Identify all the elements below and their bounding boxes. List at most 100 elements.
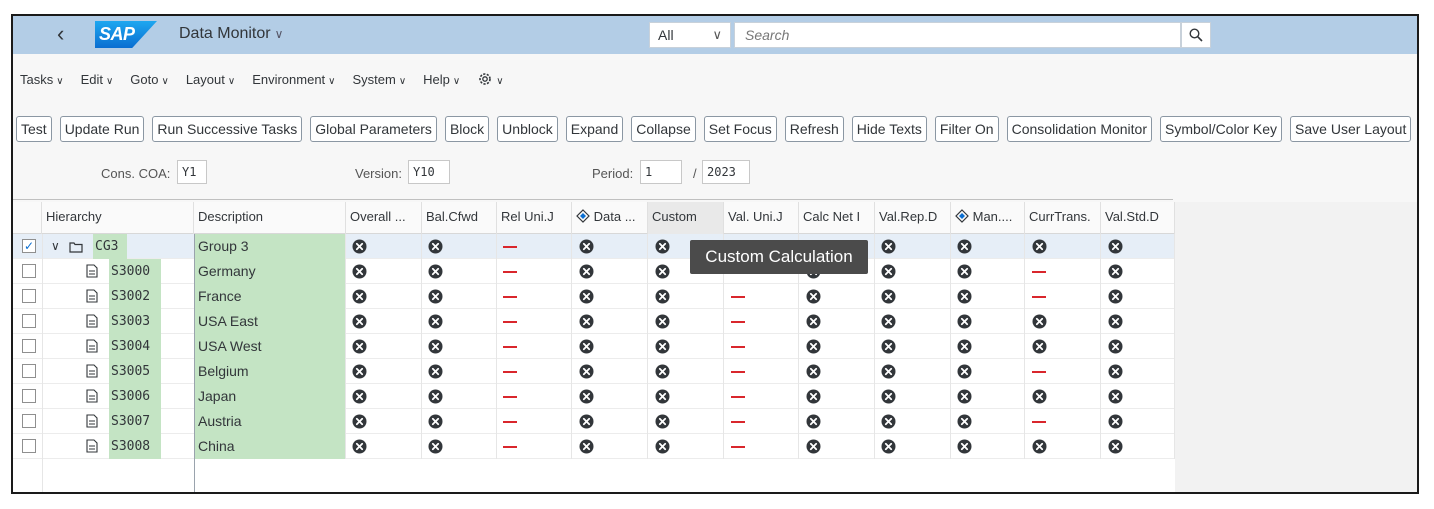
table-row[interactable]: S3002 France	[13, 284, 1175, 309]
hierarchy-node-code[interactable]: S3000	[109, 259, 161, 284]
error-status-icon	[352, 389, 367, 404]
header-bal-cfwd[interactable]: Bal.Cfwd	[422, 202, 497, 234]
error-status-icon	[352, 314, 367, 329]
row-checkbox[interactable]	[22, 439, 36, 453]
table-row[interactable]: ✓ ∨ CG3 Group 3	[13, 234, 1175, 259]
chevron-down-icon: ∨	[328, 75, 336, 87]
app-title-menu[interactable]: Data Monitor ∨	[179, 25, 283, 43]
not-relevant-dash-icon	[731, 296, 745, 298]
error-status-icon	[579, 339, 594, 354]
table-row[interactable]: S3004 USA West	[13, 334, 1175, 359]
table-row[interactable]: S3006 Japan	[13, 384, 1175, 409]
settings-menu[interactable]: ∨	[477, 71, 504, 87]
collapse-button[interactable]: Collapse	[631, 116, 696, 142]
header-calc-net-i[interactable]: Calc Net I	[799, 202, 875, 234]
document-icon	[86, 339, 98, 353]
divider	[13, 199, 1173, 200]
error-status-icon	[1108, 289, 1123, 304]
header-val-rep-d[interactable]: Val.Rep.D	[875, 202, 951, 234]
error-status-icon	[655, 339, 670, 354]
version-label: Version:	[355, 166, 402, 181]
row-checkbox[interactable]	[22, 414, 36, 428]
save-user-layout-button[interactable]: Save User Layout	[1290, 116, 1412, 142]
menu-system[interactable]: System ∨	[353, 72, 407, 87]
not-relevant-dash-icon	[503, 446, 517, 448]
back-button[interactable]: ‹	[57, 22, 64, 46]
not-relevant-dash-icon	[503, 396, 517, 398]
row-checkbox[interactable]	[22, 264, 36, 278]
menu-environment[interactable]: Environment ∨	[252, 72, 335, 87]
description-cell: Belgium	[194, 359, 346, 384]
unblock-button[interactable]: Unblock	[497, 116, 558, 142]
header-val-std-d[interactable]: Val.Std.D	[1101, 202, 1175, 234]
search-button[interactable]	[1181, 22, 1211, 48]
menu-edit[interactable]: Edit ∨	[81, 72, 114, 87]
table-row[interactable]: S3007 Austria	[13, 409, 1175, 434]
coa-field[interactable]: Y1	[177, 160, 207, 184]
hierarchy-node-code[interactable]: S3006	[109, 384, 161, 409]
table-row[interactable]: S3003 USA East	[13, 309, 1175, 334]
not-relevant-dash-icon	[731, 321, 745, 323]
not-relevant-dash-icon	[503, 371, 517, 373]
row-checkbox[interactable]	[22, 339, 36, 353]
year-field[interactable]: 2023	[702, 160, 750, 184]
expand-toggle-icon[interactable]: ∨	[51, 234, 60, 259]
hierarchy-node-code[interactable]: S3007	[109, 409, 161, 434]
table-row[interactable]: S3008 China	[13, 434, 1175, 459]
header-rel-uni-j[interactable]: Rel Uni.J	[497, 202, 572, 234]
consolidation-monitor-button[interactable]: Consolidation Monitor	[1006, 116, 1152, 142]
version-field[interactable]: Y10	[408, 160, 450, 184]
header-manual[interactable]: Man....	[951, 202, 1025, 234]
hierarchy-node-code[interactable]: S3005	[109, 359, 161, 384]
grid-empty-area	[1175, 202, 1417, 492]
refresh-button[interactable]: Refresh	[784, 116, 844, 142]
header-hierarchy[interactable]: Hierarchy	[42, 202, 194, 234]
hierarchy-node-code[interactable]: S3003	[109, 309, 161, 334]
header-curr-trans[interactable]: CurrTrans.	[1025, 202, 1101, 234]
hierarchy-node-code[interactable]: CG3	[93, 234, 127, 259]
not-relevant-dash-icon	[503, 421, 517, 423]
row-checkbox[interactable]	[22, 364, 36, 378]
error-status-icon	[1108, 239, 1123, 254]
header-val-uni-j[interactable]: Val. Uni.J	[724, 202, 799, 234]
run-successive-tasks-button[interactable]: Run Successive Tasks	[152, 116, 303, 142]
error-status-icon	[881, 414, 896, 429]
test-button[interactable]: Test	[16, 116, 52, 142]
menu-label: Tasks	[20, 71, 54, 87]
block-button[interactable]: Block	[444, 116, 490, 142]
menu-tasks[interactable]: Tasks ∨	[20, 72, 64, 87]
header-data-collection[interactable]: Data ...	[572, 202, 648, 234]
symbol-color-key-button[interactable]: Symbol/Color Key	[1160, 116, 1283, 142]
search-input[interactable]: Search	[734, 22, 1181, 48]
search-scope-select[interactable]: All ∨	[649, 22, 731, 48]
menu-layout[interactable]: Layout ∨	[186, 72, 235, 87]
header-description[interactable]: Description	[194, 202, 346, 234]
row-checkbox[interactable]	[22, 389, 36, 403]
header-custom[interactable]: Custom	[648, 202, 724, 234]
menu-goto[interactable]: Goto ∨	[130, 72, 169, 87]
not-relevant-dash-icon	[1032, 271, 1046, 273]
diamond-icon	[955, 209, 969, 223]
hierarchy-node-code[interactable]: S3004	[109, 334, 161, 359]
filter-on-button[interactable]: Filter On	[934, 116, 999, 142]
hierarchy-node-code[interactable]: S3008	[109, 434, 161, 459]
set-focus-button[interactable]: Set Focus	[703, 116, 777, 142]
error-status-icon	[806, 414, 821, 429]
hierarchy-node-code[interactable]: S3002	[109, 284, 161, 309]
not-relevant-dash-icon	[1032, 296, 1046, 298]
header-overall[interactable]: Overall ...	[346, 202, 422, 234]
expand-button[interactable]: Expand	[565, 116, 624, 142]
header-select-all[interactable]	[13, 202, 42, 234]
table-row[interactable]: S3000 Germany	[13, 259, 1175, 284]
column-divider	[42, 234, 43, 492]
update-run-button[interactable]: Update Run	[59, 116, 145, 142]
row-checkbox[interactable]: ✓	[22, 239, 36, 253]
error-status-icon	[1108, 264, 1123, 279]
hide-texts-button[interactable]: Hide Texts	[851, 116, 927, 142]
row-checkbox[interactable]	[22, 314, 36, 328]
period-field[interactable]: 1	[640, 160, 682, 184]
row-checkbox[interactable]	[22, 289, 36, 303]
global-parameters-button[interactable]: Global Parameters	[310, 116, 437, 142]
table-row[interactable]: S3005 Belgium	[13, 359, 1175, 384]
menu-help[interactable]: Help ∨	[423, 72, 460, 87]
